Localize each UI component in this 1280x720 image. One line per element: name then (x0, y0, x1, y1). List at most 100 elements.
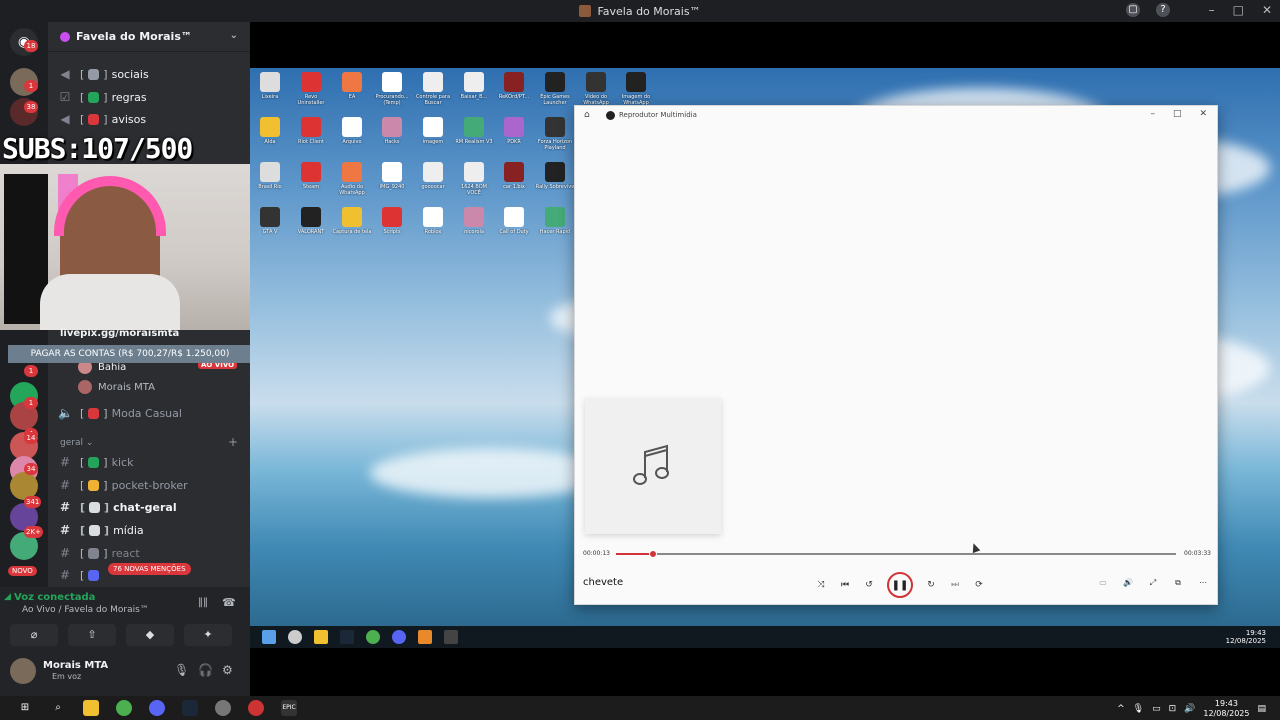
desktop-icon[interactable]: RM Realism V3 (454, 117, 494, 151)
desktop-icon[interactable]: ReKOrd/PT... (494, 72, 534, 106)
camera-button[interactable]: ⌀ (10, 624, 58, 646)
minimize-button[interactable]: – (1150, 109, 1155, 119)
previous-icon[interactable]: ⏮ (839, 579, 851, 591)
display-icon[interactable]: ▭ (1152, 704, 1161, 714)
volume-icon[interactable]: 🔊 (1184, 704, 1195, 714)
desktop-icon[interactable]: Imagem do WhatsApp (616, 72, 656, 106)
desktop-icon[interactable]: Roblox (413, 207, 453, 241)
close-button[interactable]: ✕ (1262, 3, 1272, 17)
desktop-icon[interactable]: Vídeo do WhatsApp (576, 72, 616, 106)
repeat-icon[interactable]: ⟳ (973, 579, 985, 591)
desktop-icon[interactable]: Captura de tela (332, 207, 372, 241)
channel-regras[interactable]: ☑ [ ] regras (58, 87, 243, 107)
desktop-icon[interactable]: Procurando... (Temp) (372, 72, 412, 106)
inbox-icon[interactable]: ▢ (1126, 3, 1140, 17)
miniplayer-icon[interactable]: ▭ (1097, 577, 1109, 589)
desktop-icon[interactable]: Scripts (372, 207, 412, 241)
obs-icon[interactable] (248, 700, 264, 716)
steam-icon[interactable] (182, 700, 198, 716)
desktop-icon[interactable]: Rally Sobrevive (535, 162, 575, 196)
volume-icon[interactable]: 🔊 (1122, 577, 1134, 589)
pause-button[interactable]: ❚❚ (887, 572, 913, 598)
maximize-button[interactable]: □ (1173, 109, 1182, 119)
channel-sociais[interactable]: ◀ [ ] sociais (58, 64, 243, 84)
channel-kick[interactable]: # [ ] kick (58, 452, 243, 472)
search-icon[interactable]: ⌕ (50, 700, 66, 716)
desktop-icon[interactable]: 1624 BOM VOCÊ (454, 162, 494, 196)
voice-user[interactable]: Morais MTA (78, 380, 155, 394)
clock[interactable]: 19:43 12/08/2025 (1203, 699, 1249, 719)
voice-status[interactable]: Voz conectada (14, 592, 95, 603)
desktop-icon[interactable]: imagem (413, 117, 453, 151)
channel-react[interactable]: # [ ] react (58, 543, 243, 563)
more-options-icon[interactable]: ⋯ (1197, 577, 1209, 589)
notification-icon[interactable]: ▤ (1257, 704, 1266, 714)
chevron-up-icon[interactable]: ^ (1117, 704, 1125, 714)
channel-midia[interactable]: # [ ] mídia (58, 520, 243, 540)
next-icon[interactable]: ⏭ (949, 579, 961, 591)
soundboard-button[interactable]: ✦ (184, 624, 232, 646)
desktop-icon[interactable]: Brasil Rio (250, 162, 290, 196)
cast-icon[interactable]: ⧉ (1172, 577, 1184, 589)
avatar[interactable] (10, 658, 36, 684)
desktop-icon[interactable]: AIda (250, 117, 290, 151)
desktop-icon[interactable]: Call of Duty (494, 207, 534, 241)
help-icon[interactable]: ? (1156, 3, 1170, 17)
chrome-icon[interactable] (116, 700, 132, 716)
desktop-icon[interactable]: Revo Uninstaller (291, 72, 331, 106)
desktop-icon[interactable]: car 1.bix (494, 162, 534, 196)
windows-start-icon[interactable]: ⊞ (17, 700, 33, 716)
add-channel-icon[interactable]: + (228, 435, 238, 449)
category-geral[interactable]: geral ⌄ (60, 438, 93, 448)
desktop-icon[interactable]: PDKR (494, 117, 534, 151)
microphone-icon[interactable]: 🎙 (1133, 704, 1144, 714)
microphone-icon[interactable]: 🎙 (174, 663, 189, 677)
close-button[interactable]: ✕ (1199, 109, 1207, 119)
epic-games-icon[interactable]: EPIC (281, 700, 297, 716)
maximize-button[interactable]: □ (1233, 3, 1244, 17)
gear-icon[interactable]: ⚙ (222, 663, 233, 677)
channel-chat-geral[interactable]: # [ ] chat-geral (58, 497, 243, 517)
channel-avisos[interactable]: ◀ [ ] avisos (58, 109, 243, 129)
discord-icon[interactable] (149, 700, 165, 716)
minimize-button[interactable]: – (1209, 3, 1215, 17)
desktop-icon[interactable]: Steam (291, 162, 331, 196)
new-mentions-banner[interactable]: 76 NOVAS MENÇÕES (108, 563, 191, 575)
desktop-icon[interactable]: Hacer Rapid (535, 207, 575, 241)
voice-location[interactable]: Ao Vivo / Favela do Morais™ (22, 605, 149, 615)
seek-handle[interactable] (648, 550, 657, 558)
noise-suppression-icon[interactable]: ‖‖ (198, 597, 208, 608)
desktop-icon[interactable]: VALORANT (291, 207, 331, 241)
channel-pocket-broker[interactable]: # [ ] pocket-broker (58, 475, 243, 495)
desktop-icon[interactable]: Lixeira (250, 72, 290, 106)
disconnect-icon[interactable]: ☎ (222, 596, 236, 609)
network-icon[interactable]: ⊡ (1169, 704, 1177, 714)
screen-share-button[interactable]: ⇧ (68, 624, 116, 646)
voice-channel-moda-casual[interactable]: 🔈 [ ] Moda Casual (58, 403, 243, 423)
desktop-icon[interactable]: Riot Client (291, 117, 331, 151)
fullscreen-icon[interactable]: ⤢ (1147, 577, 1159, 589)
desktop-icon[interactable]: EA (332, 72, 372, 106)
desktop-icon[interactable]: Epic Games Launcher (535, 72, 575, 106)
app-icon[interactable] (215, 700, 231, 716)
forward-icon[interactable]: ↻ (925, 579, 937, 591)
desktop-icon[interactable]: IMG_9240 (372, 162, 412, 196)
seek-bar[interactable]: 00:00:13 00:03:33 (583, 548, 1211, 560)
desktop-icon[interactable]: Arquivo (332, 117, 372, 151)
desktop-icon[interactable]: nicorola (454, 207, 494, 241)
desktop-icon[interactable]: GTA V (250, 207, 290, 241)
activity-button[interactable]: ◆ (126, 624, 174, 646)
file-explorer-icon[interactable] (83, 700, 99, 716)
desktop-icon[interactable]: Forza Horizon Playland (535, 117, 575, 151)
desktop-icon[interactable]: goooocar (413, 162, 453, 196)
server-header[interactable]: Favela do Morais™ ⌄ (48, 22, 250, 52)
headphones-icon[interactable]: 🎧 (198, 663, 213, 677)
seek-track[interactable] (616, 550, 1176, 558)
desktop-icon[interactable]: Baixar_B... (454, 72, 494, 106)
desktop-icon[interactable]: Áudio do WhatsApp (332, 162, 372, 196)
rewind-icon[interactable]: ↺ (863, 579, 875, 591)
shuffle-icon[interactable]: ⤨ (815, 579, 827, 591)
desktop-icon[interactable]: Controle para Buscar (413, 72, 453, 106)
home-icon[interactable]: ⌂ (584, 110, 590, 120)
desktop-icon[interactable]: Hacks (372, 117, 412, 151)
